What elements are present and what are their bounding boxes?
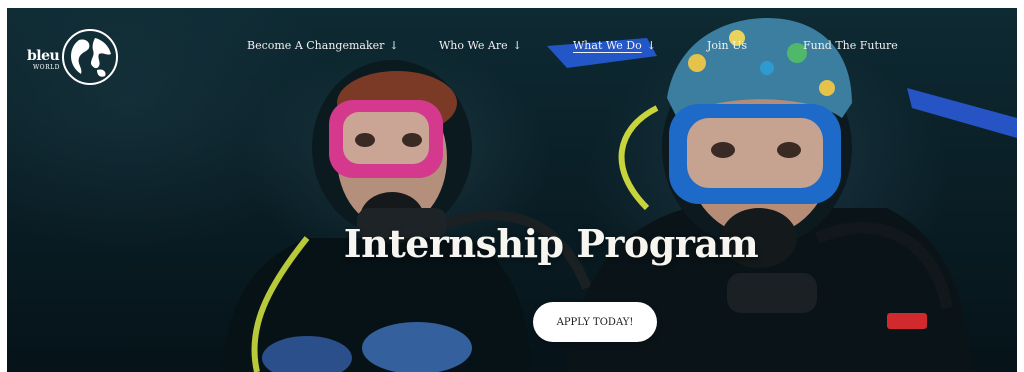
hero-background-image: [222, 18, 1017, 372]
logo-subtitle: WORLD: [33, 64, 60, 71]
nav-label: Join Us: [707, 39, 748, 52]
nav-label: Become A Changemaker: [247, 39, 385, 52]
hero-title: Internship Program: [343, 221, 759, 266]
arrow-down-icon: ↓: [512, 39, 522, 52]
nav-item-fund-the-future[interactable]: Fund The Future: [803, 39, 898, 52]
arrow-down-icon: ↓: [389, 39, 399, 52]
nav-item-who-we-are[interactable]: Who We Are ↓: [439, 39, 522, 52]
nav-label: What We Do: [573, 39, 642, 52]
hero-banner: bleu WORLD Become A Changemaker ↓ Who We…: [7, 8, 1017, 372]
nav-item-become-a-changemaker[interactable]: Become A Changemaker ↓: [247, 39, 399, 52]
nav-item-what-we-do[interactable]: What We Do ↓: [573, 39, 656, 52]
nav-label: Fund The Future: [803, 39, 898, 52]
globe-icon: [62, 29, 118, 85]
main-navigation: Become A Changemaker ↓ Who We Are ↓ What…: [7, 39, 1017, 57]
arrow-down-icon: ↓: [646, 39, 656, 52]
apply-today-button[interactable]: APPLY TODAY!: [533, 302, 657, 342]
nav-item-join-us[interactable]: Join Us: [707, 39, 747, 52]
bleu-world-logo[interactable]: bleu WORLD: [21, 26, 121, 88]
nav-label: Who We Are: [439, 39, 508, 52]
